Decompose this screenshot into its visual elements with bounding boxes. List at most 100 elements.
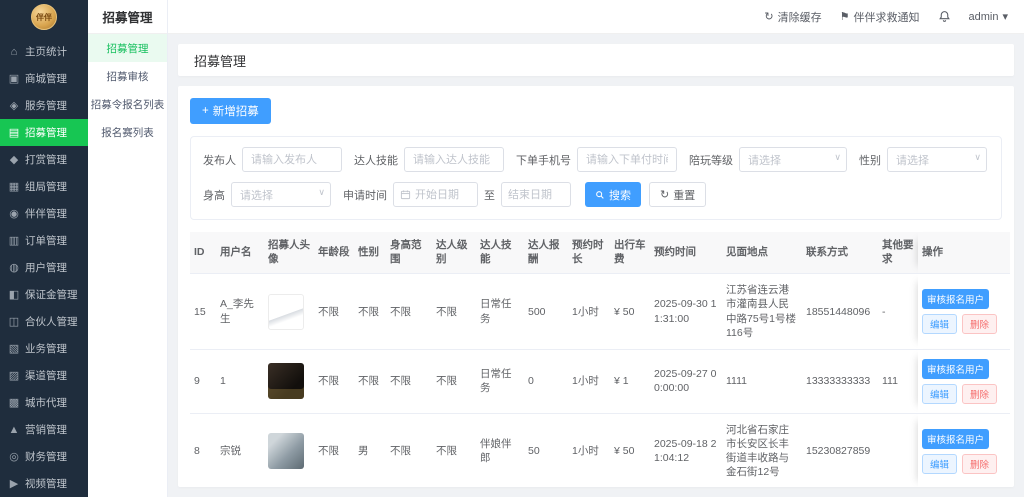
sidebar-item-banban[interactable]: ◉伴伴管理: [0, 200, 88, 227]
recruiter-avatar[interactable]: [268, 433, 304, 469]
delete-button[interactable]: 删除: [962, 384, 997, 404]
column-header-level: 达人级别: [432, 232, 476, 274]
submenu-item-signup-fee-list[interactable]: 报名赛列表: [88, 118, 167, 146]
play-level-select[interactable]: 请选择 ∨: [739, 147, 847, 172]
filter-panel: 发布人 达人技能 下单手机号 陪玩等级 请选择 ∨ 性别 请选择: [190, 136, 1002, 220]
cell-contact: 15230827859: [802, 413, 878, 487]
sidebar-item-video[interactable]: ▶视频管理: [0, 470, 88, 497]
cell-level: 不限: [432, 413, 476, 487]
mall-icon: ▣: [8, 72, 20, 85]
sidebar-item-finance[interactable]: ◎财务管理: [0, 443, 88, 470]
cell-other: [878, 413, 918, 487]
column-header-fare: 出行车费: [610, 232, 650, 274]
submenu-item-recruit-manage[interactable]: 招募管理: [88, 34, 167, 62]
sidebar-item-city-agent[interactable]: ▩城市代理: [0, 389, 88, 416]
recruit-table: ID 用户名 招募人头像 年龄段 性别 身高范围 达人级别 达人技能 达人报酬 …: [190, 232, 1010, 487]
end-date-picker[interactable]: [501, 182, 571, 207]
sidebar-item-mall[interactable]: ▣ 商城管理: [0, 65, 88, 92]
table-row: 9 1 不限 不限 不限 不限 日常任务 0 1小时 ¥ 1 2025-09-2…: [190, 349, 1010, 413]
sidebar-item-business[interactable]: ▧业务管理: [0, 335, 88, 362]
app-logo[interactable]: 伴伴: [31, 4, 57, 30]
delete-button[interactable]: 删除: [962, 454, 997, 474]
sidebar-item-label: 营销管理: [25, 422, 67, 437]
sidebar-item-rewards[interactable]: ◆打赏管理: [0, 146, 88, 173]
column-header-action: 操作: [918, 232, 1010, 274]
cell-age: 不限: [314, 274, 354, 350]
cell-age: 不限: [314, 349, 354, 413]
home-icon: ⌂: [8, 46, 20, 58]
review-signup-users-button[interactable]: 审核报名用户: [922, 429, 989, 449]
sidebar-item-channels[interactable]: ▨渠道管理: [0, 362, 88, 389]
admin-dropdown[interactable]: admin ▾: [969, 10, 1009, 23]
review-signup-users-button[interactable]: 审核报名用户: [922, 289, 989, 309]
cell-time: 2025-09-27 00:00:00: [650, 349, 722, 413]
sidebar-item-label: 订单管理: [25, 233, 67, 248]
sidebar-item-label: 主页统计: [25, 44, 67, 59]
reset-label: 重置: [673, 187, 695, 203]
users-icon: ◍: [8, 261, 20, 274]
search-button[interactable]: 搜索: [585, 182, 641, 207]
column-header-pay: 达人报酬: [524, 232, 568, 274]
cell-other: -: [878, 274, 918, 350]
reset-button[interactable]: ↻ 重置: [649, 182, 706, 207]
sidebar-item-home[interactable]: ⌂ 主页统计: [0, 38, 88, 65]
skill-input[interactable]: [404, 147, 504, 172]
review-signup-users-button[interactable]: 审核报名用户: [922, 359, 989, 379]
play-level-placeholder: 请选择: [748, 152, 781, 168]
sos-notice-button[interactable]: ⚑ 伴伴求救通知: [840, 9, 920, 25]
channels-icon: ▨: [8, 369, 20, 382]
cell-height: 不限: [386, 274, 432, 350]
cell-username: A_李先生: [216, 274, 264, 350]
cell-time: 2025-09-30 11:31:00: [650, 274, 722, 350]
sidebar-item-label: 商城管理: [25, 71, 67, 86]
edit-button[interactable]: 编辑: [922, 384, 957, 404]
publisher-input[interactable]: [242, 147, 342, 172]
table-row: 8 宗锐 不限 男 不限 不限 伴娘伴郎 50 1小时 ¥ 50 2025-09…: [190, 413, 1010, 487]
admin-username: admin: [969, 11, 999, 23]
content-area: 招募管理 + 新增招募 发布人 达人技能 下单手机号 陪玩等级: [168, 34, 1024, 497]
sidebar-item-cooperators[interactable]: ◫合伙人管理: [0, 308, 88, 335]
sos-notice-label: 伴伴求救通知: [854, 9, 920, 25]
end-date-input[interactable]: [508, 189, 564, 201]
cell-level: 不限: [432, 349, 476, 413]
recruiter-avatar[interactable]: [268, 294, 304, 330]
caret-down-icon: ▾: [1002, 10, 1008, 23]
sidebar-item-marketing[interactable]: ▲营销管理: [0, 416, 88, 443]
clear-cache-button[interactable]: ↻ 清除缓存: [764, 9, 821, 25]
clear-cache-icon: ↻: [764, 10, 773, 23]
sidebar-item-recruit[interactable]: ▤招募管理: [0, 119, 88, 146]
sidebar-item-deposit[interactable]: ◧保证金管理: [0, 281, 88, 308]
sidebar-item-label: 组局管理: [25, 179, 67, 194]
cell-fare: ¥ 50: [610, 274, 650, 350]
cell-username: 1: [216, 349, 264, 413]
recruiter-avatar[interactable]: [268, 363, 304, 399]
start-date-input[interactable]: [415, 189, 471, 201]
add-recruit-button[interactable]: + 新增招募: [190, 98, 271, 124]
cell-fare: ¥ 1: [610, 349, 650, 413]
gender-select[interactable]: 请选择 ∨: [887, 147, 987, 172]
sidebar-item-groups[interactable]: ▦组局管理: [0, 173, 88, 200]
delete-button[interactable]: 删除: [962, 314, 997, 334]
sidebar-item-orders[interactable]: ▥订单管理: [0, 227, 88, 254]
order-phone-input[interactable]: [577, 147, 677, 172]
start-date-picker[interactable]: [393, 182, 478, 207]
sidebar-item-label: 财务管理: [25, 449, 67, 464]
breadcrumb: 招募管理: [178, 44, 1014, 76]
edit-button[interactable]: 编辑: [922, 454, 957, 474]
column-header-age: 年龄段: [314, 232, 354, 274]
cell-location: 江苏省连云港市灌南县人民中路75号1号楼116号: [722, 274, 802, 350]
cell-duration: 1小时: [568, 274, 610, 350]
cell-id: 15: [190, 274, 216, 350]
cell-skill: 日常任务: [476, 274, 524, 350]
submenu-item-recruit-signup-list[interactable]: 招募令报名列表: [88, 90, 167, 118]
sidebar-item-services[interactable]: ◈服务管理: [0, 92, 88, 119]
sidebar-item-users[interactable]: ◍用户管理: [0, 254, 88, 281]
sidebar-item-label: 招募管理: [25, 125, 67, 140]
column-header-contact: 联系方式: [802, 232, 878, 274]
cell-id: 8: [190, 413, 216, 487]
edit-button[interactable]: 编辑: [922, 314, 957, 334]
publisher-label: 发布人: [203, 152, 236, 168]
notifications-button[interactable]: [938, 10, 951, 23]
height-select[interactable]: 请选择 ∨: [231, 182, 331, 207]
submenu-item-recruit-review[interactable]: 招募审核: [88, 62, 167, 90]
